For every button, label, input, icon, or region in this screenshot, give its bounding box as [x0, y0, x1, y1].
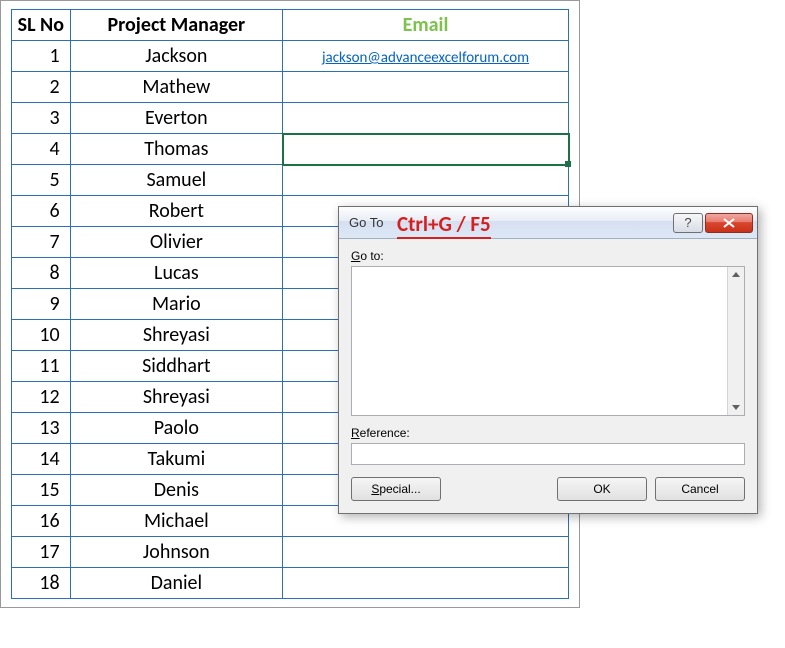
cell-email[interactable] — [283, 72, 569, 103]
cell-pm[interactable]: Michael — [70, 506, 282, 537]
cell-pm[interactable]: Siddhart — [70, 351, 282, 382]
cell-pm[interactable]: Shreyasi — [70, 382, 282, 413]
dialog-body: Go to: Reference: Special... OK Cancel — [339, 239, 757, 513]
scrollbar[interactable] — [727, 267, 744, 415]
header-sl[interactable]: SL No — [12, 10, 71, 41]
table-row: 2Mathew — [12, 72, 569, 103]
cell-pm[interactable]: Thomas — [70, 134, 282, 165]
cell-sl[interactable]: 18 — [12, 568, 71, 599]
cell-pm[interactable]: Mario — [70, 289, 282, 320]
cell-pm[interactable]: Samuel — [70, 165, 282, 196]
cell-email[interactable] — [283, 103, 569, 134]
cell-pm[interactable]: Robert — [70, 196, 282, 227]
cell-pm[interactable]: Olivier — [70, 227, 282, 258]
cell-pm[interactable]: Daniel — [70, 568, 282, 599]
special-button[interactable]: Special... — [351, 477, 441, 501]
goto-label: Go to: — [351, 249, 745, 263]
cell-sl[interactable]: 16 — [12, 506, 71, 537]
table-row: 17Johnson — [12, 537, 569, 568]
cell-sl[interactable]: 14 — [12, 444, 71, 475]
goto-dialog: Go To Ctrl+G / F5 ? Go to: Reference: Sp… — [338, 206, 758, 514]
cell-sl[interactable]: 17 — [12, 537, 71, 568]
cell-pm[interactable]: Johnson — [70, 537, 282, 568]
ok-button[interactable]: OK — [557, 477, 647, 501]
cell-sl[interactable]: 1 — [12, 41, 71, 72]
table-row: 1Jackson jackson@advanceexcelforum.com — [12, 41, 569, 72]
header-pm[interactable]: Project Manager — [70, 10, 282, 41]
reference-input[interactable] — [351, 443, 745, 465]
cell-pm[interactable]: Shreyasi — [70, 320, 282, 351]
help-button[interactable]: ? — [673, 213, 703, 233]
cell-pm[interactable]: Mathew — [70, 72, 282, 103]
shortcut-annotation: Ctrl+G / F5 — [397, 211, 491, 237]
cell-pm[interactable]: Paolo — [70, 413, 282, 444]
table-row: 18Daniel — [12, 568, 569, 599]
cell-sl[interactable]: 12 — [12, 382, 71, 413]
cell-sl[interactable]: 3 — [12, 103, 71, 134]
cell-pm[interactable]: Takumi — [70, 444, 282, 475]
email-link[interactable]: jackson@advanceexcelforum.com — [322, 49, 529, 67]
cell-sl[interactable]: 2 — [12, 72, 71, 103]
header-email[interactable]: Email — [283, 10, 569, 41]
close-button[interactable] — [705, 213, 753, 233]
goto-listbox[interactable] — [351, 266, 745, 416]
dialog-titlebar[interactable]: Go To Ctrl+G / F5 ? — [339, 207, 757, 239]
cell-sl[interactable]: 7 — [12, 227, 71, 258]
cell-sl[interactable]: 5 — [12, 165, 71, 196]
cell-sl[interactable]: 9 — [12, 289, 71, 320]
cell-pm[interactable]: Lucas — [70, 258, 282, 289]
table-row: 3Everton — [12, 103, 569, 134]
cell-sl[interactable]: 4 — [12, 134, 71, 165]
cell-sl[interactable]: 13 — [12, 413, 71, 444]
cell-email[interactable]: jackson@advanceexcelforum.com — [283, 41, 569, 72]
cell-sl[interactable]: 8 — [12, 258, 71, 289]
cell-email[interactable] — [283, 537, 569, 568]
table-row: 5Samuel — [12, 165, 569, 196]
cell-email[interactable] — [283, 165, 569, 196]
dialog-title: Go To — [349, 215, 383, 230]
reference-label: Reference: — [351, 426, 745, 440]
cell-sl[interactable]: 11 — [12, 351, 71, 382]
cell-pm[interactable]: Jackson — [70, 41, 282, 72]
cell-pm[interactable]: Everton — [70, 103, 282, 134]
table-row: 4Thomas — [12, 134, 569, 165]
cell-email[interactable] — [283, 134, 569, 165]
close-icon — [723, 218, 735, 228]
cell-sl[interactable]: 15 — [12, 475, 71, 506]
cell-email[interactable] — [283, 568, 569, 599]
cell-pm[interactable]: Denis — [70, 475, 282, 506]
cancel-button[interactable]: Cancel — [655, 477, 745, 501]
cell-sl[interactable]: 6 — [12, 196, 71, 227]
cell-sl[interactable]: 10 — [12, 320, 71, 351]
